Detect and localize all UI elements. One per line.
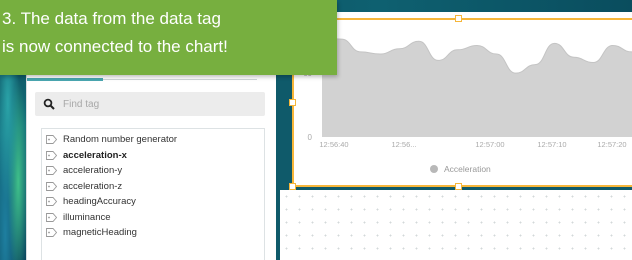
tag-icon: [46, 181, 57, 191]
resize-handle-bottom-left[interactable]: [289, 183, 296, 190]
y-tick-label: 0: [308, 133, 313, 142]
chart-widget[interactable]: 06012:56:4012:56...12:57:0012:57:1012:57…: [292, 12, 632, 187]
resize-handle-top[interactable]: [455, 15, 462, 22]
tag-search-box[interactable]: [35, 92, 265, 116]
tag-label: acceleration-z: [63, 180, 123, 192]
tag-list-item[interactable]: acceleration-x: [42, 148, 264, 164]
x-tick-label: 12:57:00: [475, 140, 504, 149]
tag-list-item[interactable]: magneticHeading: [42, 225, 264, 241]
area-chart: 06012:56:4012:56...12:57:0012:57:1012:57…: [303, 35, 632, 149]
tag-icon: [46, 197, 57, 207]
tag-list: Random number generator acceleration-x acc…: [41, 128, 265, 260]
tag-label: acceleration-x: [63, 149, 127, 161]
tab-divider: [103, 79, 257, 80]
tag-label: illuminance: [63, 211, 111, 223]
tag-icon: [46, 150, 57, 160]
x-tick-label: 12:56:40: [319, 140, 348, 149]
tag-list-item[interactable]: Random number generator: [42, 132, 264, 148]
tag-icon: [46, 135, 57, 145]
x-tick-label: 12:56...: [391, 140, 416, 149]
callout-line-1: 3. The data from the data tag: [2, 9, 221, 28]
resize-handle-bottom[interactable]: [455, 183, 462, 190]
callout-line-2: is now connected to the chart!: [2, 37, 228, 56]
search-input[interactable]: [63, 98, 243, 110]
x-tick-label: 12:57:20: [597, 140, 626, 149]
acceleration-area: [322, 35, 632, 137]
legend-dot-icon: [430, 165, 438, 173]
tag-label: magneticHeading: [63, 227, 137, 239]
legend-label: Acceleration: [444, 164, 491, 174]
tag-panel: Random number generator acceleration-x acc…: [26, 60, 276, 260]
tag-icon: [46, 228, 57, 238]
tab-active-indicator[interactable]: [27, 78, 103, 81]
tag-icon: [46, 212, 57, 222]
search-icon: [43, 98, 55, 110]
tag-list-item[interactable]: illuminance: [42, 210, 264, 226]
tab-strip[interactable]: [27, 78, 257, 81]
tag-list-item[interactable]: headingAccuracy: [42, 194, 264, 210]
tag-icon: [46, 166, 57, 176]
tag-label: headingAccuracy: [63, 196, 136, 208]
tag-label: Random number generator: [63, 134, 178, 146]
resize-handle-left[interactable]: [289, 99, 296, 106]
tag-label: acceleration-y: [63, 165, 123, 177]
chart-legend[interactable]: Acceleration: [430, 164, 491, 174]
x-tick-label: 12:57:10: [537, 140, 566, 149]
tutorial-callout: 3. The data from the data tag is now con…: [0, 0, 337, 75]
tag-list-item[interactable]: acceleration-z: [42, 179, 264, 195]
tag-list-item[interactable]: acceleration-y: [42, 163, 264, 179]
dashboard-canvas[interactable]: [280, 190, 632, 260]
